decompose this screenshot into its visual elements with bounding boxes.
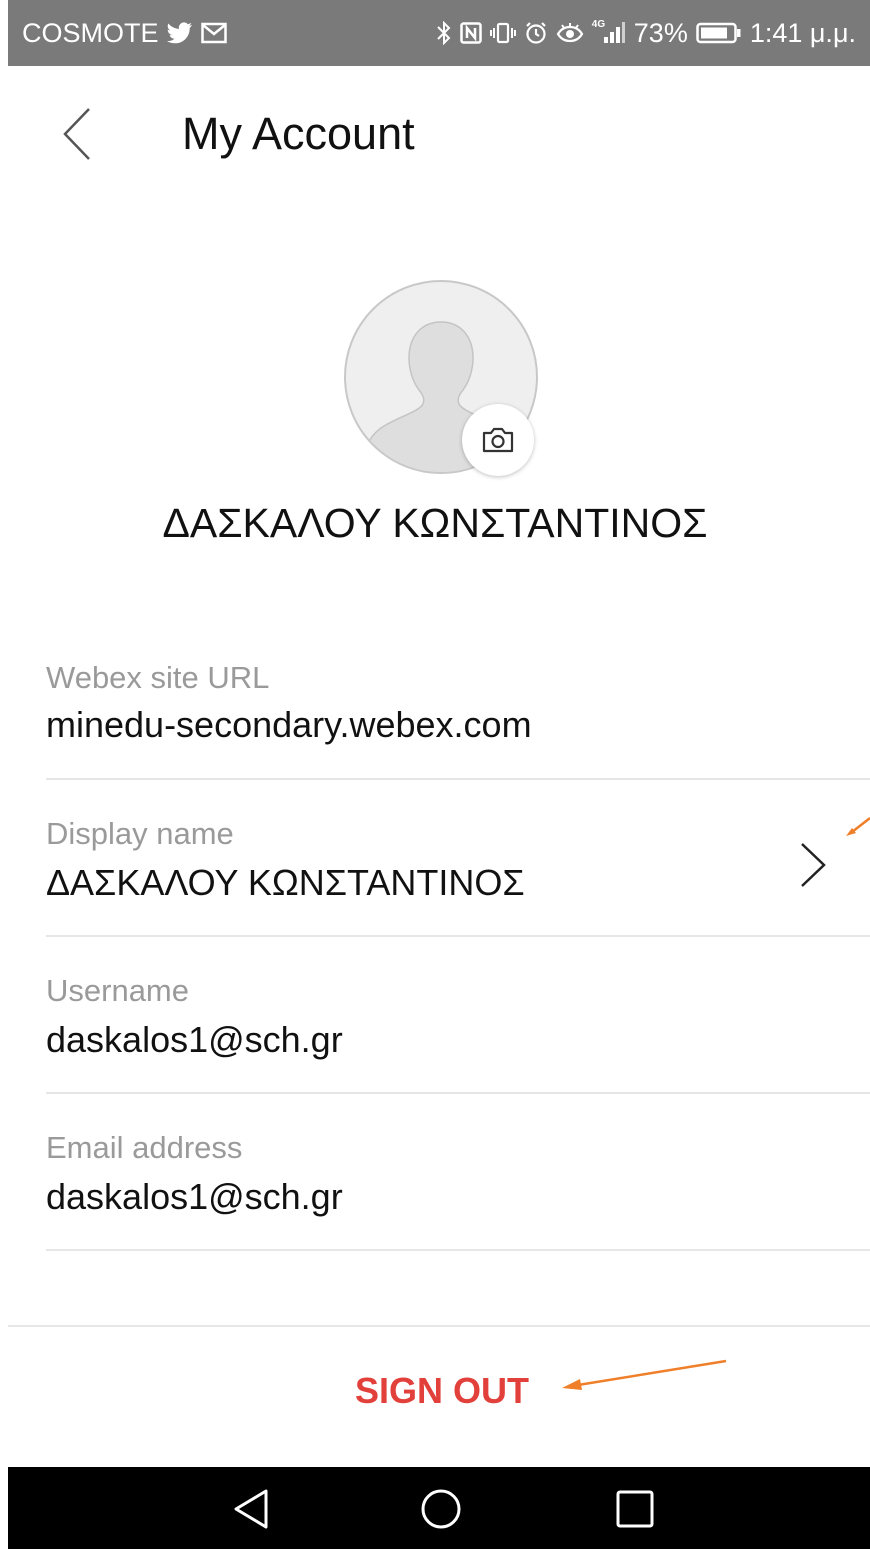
home-circle-icon[interactable] <box>417 1485 465 1533</box>
divider <box>8 1325 870 1327</box>
battery-percent: 73% <box>633 17 688 48</box>
bluetooth-icon <box>436 21 452 45</box>
field-webex-site-url: Webex site URL minedu-secondary.webex.co… <box>46 640 870 780</box>
chevron-right-icon[interactable] <box>796 840 832 890</box>
vibrate-icon <box>489 22 516 44</box>
carrier-label: COSMOTE <box>22 17 159 48</box>
status-left: COSMOTE <box>22 18 227 49</box>
network-label: 4G <box>591 19 606 30</box>
field-value: ΔΑΣΚΑΛΟΥ ΚΩΝΣΤΑΝΤΙΝΟΣ <box>46 862 525 903</box>
profile-avatar-block <box>344 280 540 476</box>
chevron-left-icon <box>63 108 90 160</box>
field-label: Display name <box>46 816 234 851</box>
camera-icon <box>482 427 514 453</box>
eye-icon <box>556 22 584 44</box>
alarm-icon <box>524 21 548 45</box>
change-photo-button[interactable] <box>462 404 534 476</box>
signal-icon: 4G <box>591 19 626 45</box>
twitter-icon <box>166 22 193 44</box>
back-triangle-icon[interactable] <box>228 1485 276 1533</box>
recents-square-icon[interactable] <box>611 1485 659 1533</box>
clock: 1:41 μ.μ. <box>749 17 856 48</box>
field-label: Username <box>46 973 189 1008</box>
sign-out-button[interactable]: SIGN OUT <box>0 1370 870 1412</box>
status-right: 4G 73% 1:41 μ.μ. <box>436 18 856 49</box>
field-value: daskalos1@sch.gr <box>46 1019 343 1060</box>
nfc-icon <box>460 22 482 44</box>
field-value: minedu-secondary.webex.com <box>46 704 532 745</box>
field-label: Email address <box>46 1130 243 1165</box>
field-username: Username daskalos1@sch.gr <box>46 937 870 1094</box>
back-button[interactable] <box>52 104 102 164</box>
mail-icon <box>200 22 227 44</box>
field-email-address: Email address daskalos1@sch.gr <box>46 1094 870 1251</box>
field-value: daskalos1@sch.gr <box>46 1176 343 1217</box>
field-label: Webex site URL <box>46 660 270 695</box>
page-title: My Account <box>182 108 415 159</box>
status-bar: COSMOTE 4G 73% 1:41 μ.μ. <box>8 0 870 66</box>
app-header: My Account <box>0 66 870 206</box>
system-nav-bar <box>8 1467 870 1549</box>
battery-icon <box>696 22 742 44</box>
profile-name: ΔΑΣΚΑΛΟΥ ΚΩΝΣΤΑΝΤΙΝΟΣ <box>162 500 708 546</box>
field-display-name[interactable]: Display name ΔΑΣΚΑΛΟΥ ΚΩΝΣΤΑΝΤΙΝΟΣ <box>46 780 870 937</box>
